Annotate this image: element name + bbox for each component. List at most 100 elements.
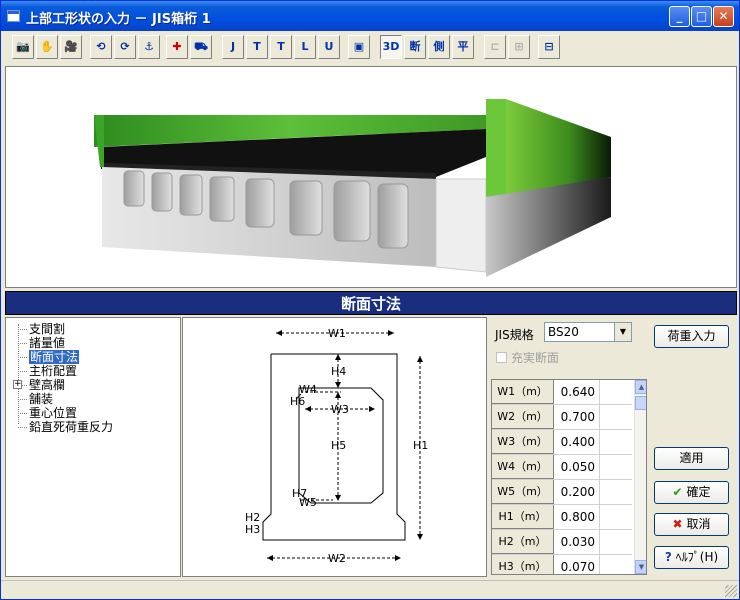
value-cell[interactable]: 0.070 bbox=[554, 555, 600, 574]
scroll-up-icon[interactable]: ▲ bbox=[635, 380, 646, 394]
disabled-1-tool[interactable]: ⊏ bbox=[484, 35, 506, 59]
table-row: W2（m） 0.700 bbox=[492, 405, 632, 430]
checkbox-box[interactable] bbox=[496, 352, 507, 363]
minimize-button[interactable]: _ bbox=[669, 6, 690, 27]
table-row: W4（m） 0.050 bbox=[492, 455, 632, 480]
section-5-tool[interactable]: U bbox=[318, 35, 340, 59]
anchor-tool[interactable]: ⚓ bbox=[138, 35, 160, 59]
row-header: W2（m） bbox=[492, 405, 554, 429]
params-scrollbar[interactable]: ▲ ▼ bbox=[634, 380, 646, 574]
section-diagram: W1 W2 W3 W4 W5 H6 H7 H4 H5 H1 H2 H3 bbox=[182, 317, 487, 577]
table-row: H3（m） 0.070 bbox=[492, 555, 632, 574]
view-side-tool[interactable]: 側 bbox=[428, 35, 450, 59]
value-cell[interactable]: 0.050 bbox=[554, 455, 600, 479]
label-h4: H4 bbox=[331, 365, 346, 378]
tree-item[interactable]: 主桁配置 bbox=[29, 364, 77, 378]
camera-2-tool[interactable]: 🎥 bbox=[60, 35, 82, 59]
label-h5: H5 bbox=[331, 439, 346, 452]
table-row: W3（m） 0.400 bbox=[492, 430, 632, 455]
panel-header: 断面寸法 bbox=[5, 291, 737, 315]
table-row: W1（m） 0.640 bbox=[492, 380, 632, 405]
solid-section-checkbox[interactable]: 充実断面 bbox=[496, 349, 559, 366]
row-header: H3（m） bbox=[492, 555, 554, 574]
disabled-2-tool[interactable]: ⊞ bbox=[508, 35, 530, 59]
label-w2: W2 bbox=[328, 552, 346, 565]
section-4-tool[interactable]: L bbox=[294, 35, 316, 59]
apply-button[interactable]: 適用 bbox=[654, 447, 729, 470]
x-icon: ✖ bbox=[672, 517, 683, 531]
value-cell[interactable]: 0.640 bbox=[554, 380, 600, 404]
scroll-thumb[interactable] bbox=[635, 396, 646, 410]
ok-button[interactable]: ✔ 確定 bbox=[654, 481, 729, 504]
params-grid: H3（m） 0.070 H2（m） 0.030 H1（m） 0.800 W5（m） 0.200… bbox=[491, 379, 647, 575]
truck-tool[interactable]: ⛟ bbox=[190, 35, 212, 59]
close-button[interactable]: ✕ bbox=[713, 6, 734, 27]
label-h7: H7 bbox=[292, 487, 307, 500]
bridge-3d-render bbox=[94, 99, 611, 277]
section-2-tool[interactable]: T bbox=[246, 35, 268, 59]
row-header: W1（m） bbox=[492, 380, 554, 404]
view-plan-tool[interactable]: 平 bbox=[452, 35, 474, 59]
resize-grip-icon[interactable] bbox=[725, 585, 737, 597]
tree-item[interactable]: 壁高欄 bbox=[29, 378, 65, 392]
section-drawing: W1 W2 W3 W4 W5 H6 H7 H4 H5 H1 H2 H3 bbox=[245, 327, 428, 565]
main-window: 上部工形状の入力 － JIS箱桁 1 _ □ ✕ 📷 ✋ 🎥 ⟲ ⟳ ⚓ ✚ ⛟ J T T L U ▣ 3… bbox=[0, 0, 740, 600]
table-row: H2（m） 0.030 bbox=[492, 530, 632, 555]
export-tool[interactable]: ⊟ bbox=[538, 35, 560, 59]
tree-item[interactable]: 支間割 bbox=[29, 322, 65, 336]
box-tool[interactable]: ▣ bbox=[348, 35, 370, 59]
section-1-tool[interactable]: J bbox=[222, 35, 244, 59]
help-button[interactable]: ? ﾍﾙﾌﾟ(H) bbox=[654, 546, 729, 569]
value-cell[interactable]: 0.700 bbox=[554, 405, 600, 429]
tree-item[interactable]: 重心位置 bbox=[29, 406, 77, 420]
label-h1: H1 bbox=[413, 439, 428, 452]
app-icon bbox=[7, 10, 20, 22]
section-3-tool[interactable]: T bbox=[270, 35, 292, 59]
near-barrier-end bbox=[486, 99, 506, 197]
camera-tool[interactable]: 📷 bbox=[12, 35, 34, 59]
label-w3: W3 bbox=[331, 403, 349, 416]
row-header: W5（m） bbox=[492, 480, 554, 504]
view-3d-tool[interactable]: 3D bbox=[380, 35, 402, 59]
value-cell[interactable]: 0.030 bbox=[554, 530, 600, 554]
row-header: H2（m） bbox=[492, 530, 554, 554]
title-bar[interactable]: 上部工形状の入力 － JIS箱桁 1 _ □ ✕ bbox=[1, 1, 739, 31]
label-h3: H3 bbox=[245, 523, 260, 536]
jis-select-value: BS20 bbox=[548, 325, 579, 339]
toolbar: 📷 ✋ 🎥 ⟲ ⟳ ⚓ ✚ ⛟ J T T L U ▣ 3D 断側平 ⊏ ⊞ ⊟ bbox=[4, 33, 737, 63]
tree-item[interactable]: 諸量値 bbox=[29, 336, 65, 350]
jis-select[interactable]: BS20 ▼ bbox=[544, 322, 632, 342]
jis-label: JIS規格 bbox=[495, 328, 534, 342]
tree-expand-icon[interactable]: + bbox=[13, 380, 22, 389]
value-cell[interactable]: 0.200 bbox=[554, 480, 600, 504]
tree-item[interactable]: 舗装 bbox=[29, 392, 53, 406]
right-panel: JIS規格 BS20 ▼ 充実断面 H3（m） 0.070 H2（m） 0.030 H1… bbox=[488, 317, 737, 577]
check-icon: ✔ bbox=[672, 485, 683, 499]
solid-section-label: 充実断面 bbox=[511, 351, 560, 365]
help-icon: ? bbox=[664, 550, 672, 564]
table-row: W5（m） 0.200 bbox=[492, 480, 632, 505]
value-cell[interactable]: 0.400 bbox=[554, 430, 600, 454]
dropdown-arrow-icon[interactable]: ▼ bbox=[614, 323, 631, 341]
move-tool[interactable]: ✚ bbox=[166, 35, 188, 59]
view-section-tool[interactable]: 断 bbox=[404, 35, 426, 59]
row-header: W3（m） bbox=[492, 430, 554, 454]
row-header: W4（m） bbox=[492, 455, 554, 479]
scroll-down-icon[interactable]: ▼ bbox=[635, 560, 646, 574]
load-input-button[interactable]: 荷重入力 bbox=[654, 325, 729, 348]
rotate-left-tool[interactable]: ⟲ bbox=[90, 35, 112, 59]
cancel-button[interactable]: ✖ 取消 bbox=[654, 513, 729, 536]
row-header: H1（m） bbox=[492, 505, 554, 529]
pan-tool[interactable]: ✋ bbox=[36, 35, 58, 59]
maximize-button[interactable]: □ bbox=[691, 6, 712, 27]
table-row: H1（m） 0.800 bbox=[492, 505, 632, 530]
tree-item[interactable]: 断面寸法 bbox=[29, 350, 80, 364]
value-cell[interactable]: 0.800 bbox=[554, 505, 600, 529]
window-title: 上部工形状の入力 － JIS箱桁 1 bbox=[26, 12, 211, 27]
tree-item[interactable]: 鉛直死荷重反力 bbox=[29, 420, 113, 434]
3d-view[interactable] bbox=[5, 66, 737, 288]
label-h6: H6 bbox=[290, 395, 305, 408]
rotate-right-tool[interactable]: ⟳ bbox=[114, 35, 136, 59]
label-w1: W1 bbox=[328, 327, 346, 340]
status-bar bbox=[1, 580, 739, 599]
